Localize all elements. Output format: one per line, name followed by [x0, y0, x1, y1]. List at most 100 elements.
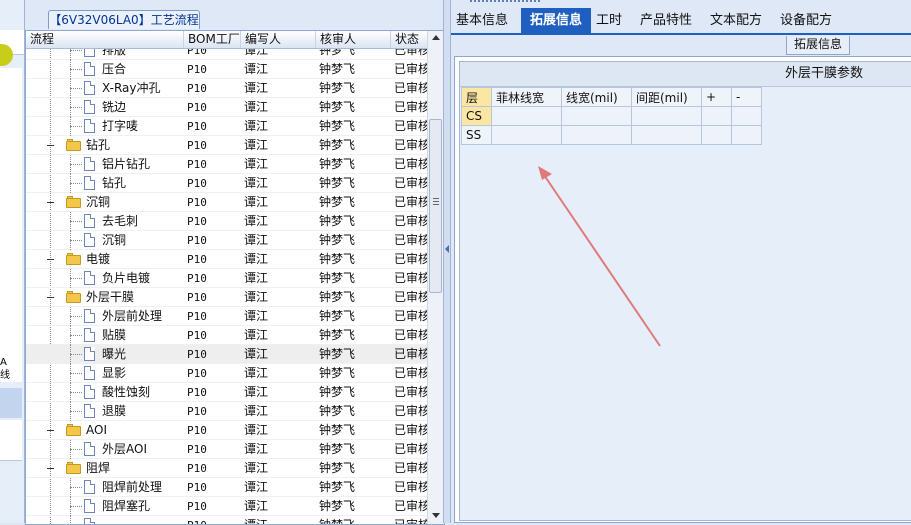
tree-row[interactable]: 沉铜 P10 谭江 钟梦飞 已审核 — [26, 231, 428, 250]
scroll-thumb[interactable] — [429, 119, 442, 293]
tree-node[interactable]: 沉铜 — [26, 231, 184, 250]
param-input-cell[interactable] — [561, 125, 632, 145]
panel-splitter[interactable] — [443, 0, 451, 523]
scroll-up-icon[interactable] — [432, 35, 440, 40]
tree-node[interactable]: 钻孔 — [26, 174, 184, 193]
tree-node[interactable]: 铣边 — [26, 98, 184, 117]
tree-node[interactable]: 压合 — [26, 60, 184, 79]
tree-row[interactable]: 退膜 P10 谭江 钟梦飞 已审核 — [26, 402, 428, 421]
tab-equipment-recipe[interactable]: 设备配方 — [775, 8, 837, 34]
column-header-flow[interactable]: 流程 — [26, 31, 184, 48]
scroll-down-icon[interactable] — [432, 513, 440, 518]
tree-row[interactable]: 阻焊塞孔 P10 谭江 钟梦飞 已审核 — [26, 497, 428, 516]
column-header-status[interactable]: 状态 — [391, 31, 428, 48]
reviewer-cell: 钟梦飞 — [319, 214, 356, 228]
document-icon — [84, 309, 95, 323]
params-column-header[interactable]: + — [701, 87, 732, 107]
tree-folder-row[interactable]: 电镀 P10 谭江 钟梦飞 已审核 — [26, 250, 428, 269]
tab-text-recipe[interactable]: 文本配方 — [705, 8, 767, 34]
param-input-cell[interactable] — [731, 106, 762, 126]
tree-row[interactable]: 压合 P10 谭江 钟梦飞 已审核 — [26, 60, 428, 79]
tree-folder-row[interactable]: AOI P10 谭江 钟梦飞 已审核 — [26, 421, 428, 440]
tree-row[interactable]: 去毛刺 P10 谭江 钟梦飞 已审核 — [26, 212, 428, 231]
param-input-cell[interactable] — [701, 106, 732, 126]
tree-node[interactable]: 阻焊塞孔 — [26, 497, 184, 516]
tree-row[interactable]: 贴膜 P10 谭江 钟梦飞 已审核 — [26, 326, 428, 345]
tree-row[interactable]: 铝片钻孔 P10 谭江 钟梦飞 已审核 — [26, 155, 428, 174]
tree-node[interactable]: 外层前处理 — [26, 307, 184, 326]
params-column-header[interactable]: - — [731, 87, 762, 107]
collapse-icon[interactable] — [47, 465, 54, 472]
tree-node[interactable]: 铝片钻孔 — [26, 155, 184, 174]
tree-node[interactable]: 外层AOI — [26, 440, 184, 459]
tree-folder-row[interactable]: 外层干膜 P10 谭江 钟梦飞 已审核 — [26, 288, 428, 307]
tree-node[interactable]: 阻焊 — [26, 459, 184, 478]
document-icon — [84, 176, 95, 190]
collapse-icon[interactable] — [47, 294, 54, 301]
tree-row[interactable]: 显影 P10 谭江 钟梦飞 已审核 — [26, 364, 428, 383]
collapse-icon[interactable] — [47, 142, 54, 149]
bom-factory-cell: P10 — [187, 348, 207, 361]
tree-folder-row[interactable]: 钻孔 P10 谭江 钟梦飞 已审核 — [26, 136, 428, 155]
tree-node[interactable]: 酸性蚀刻 — [26, 383, 184, 402]
subtab-extended-info[interactable]: 拓展信息 — [786, 36, 850, 55]
params-column-header[interactable]: 菲林线宽 — [491, 87, 562, 107]
tree-node[interactable]: 排版 — [26, 49, 184, 60]
tab-product-features[interactable]: 产品特性 — [635, 8, 697, 34]
tree-folder-row[interactable]: 沉铜 P10 谭江 钟梦飞 已审核 — [26, 193, 428, 212]
tree-row[interactable]: 钻孔 P10 谭江 钟梦飞 已审核 — [26, 174, 428, 193]
tree-node[interactable]: 阻焊前处理 — [26, 478, 184, 497]
tree-node[interactable]: 退膜 — [26, 402, 184, 421]
tree-node[interactable]: 外层干膜 — [26, 288, 184, 307]
params-column-header[interactable]: 线宽(mil) — [561, 87, 632, 107]
tree-body: 排版 P10 谭江 钟梦飞 已审核 压合 P10 谭江 钟梦飞 已审核 X-Ray冲孔 P10 谭江 钟梦… — [26, 49, 428, 524]
tree-row[interactable]: 阻焊前处理 P10 谭江 钟梦飞 已审核 — [26, 478, 428, 497]
tree-folder-row[interactable]: 阻焊 P10 谭江 钟梦飞 已审核 — [26, 459, 428, 478]
tab-work-hours[interactable]: 工时 — [593, 8, 625, 34]
tree-row[interactable]: 排版 P10 谭江 钟梦飞 已审核 — [26, 49, 428, 60]
tree-row[interactable]: 铣边 P10 谭江 钟梦飞 已审核 — [26, 98, 428, 117]
column-header-reviewer[interactable]: 核审人 — [316, 31, 391, 48]
tree-node[interactable]: 电镀 — [26, 250, 184, 269]
tree-row[interactable]: 曝光 P10 谭江 钟梦飞 已审核 — [26, 345, 428, 364]
params-column-header[interactable]: 间距(mil) — [631, 87, 702, 107]
writer-cell: 谭江 — [244, 442, 269, 456]
tree-node[interactable]: X-Ray冲孔 — [26, 79, 184, 98]
tree-row[interactable]: X-Ray冲孔 P10 谭江 钟梦飞 已审核 — [26, 79, 428, 98]
param-input-cell[interactable] — [491, 125, 562, 145]
tree-node[interactable]: 钻孔 — [26, 136, 184, 155]
tree-connector — [70, 221, 82, 222]
collapse-icon[interactable] — [47, 256, 54, 263]
param-input-cell[interactable] — [731, 125, 762, 145]
tree-row[interactable]: 酸性蚀刻 P10 谭江 钟梦飞 已审核 — [26, 383, 428, 402]
writer-cell: 谭江 — [244, 252, 269, 266]
collapse-icon[interactable] — [47, 199, 54, 206]
tree-row[interactable]: 外层前处理 P10 谭江 钟梦飞 已审核 — [26, 307, 428, 326]
tree-row[interactable]: 负片电镀 P10 谭江 钟梦飞 已审核 — [26, 269, 428, 288]
tree-node[interactable]: 负片电镀 — [26, 269, 184, 288]
tree-scrollbar[interactable] — [427, 31, 444, 524]
tab-basic-info[interactable]: 基本信息 — [451, 8, 513, 34]
tree-node[interactable]: 去毛刺 — [26, 212, 184, 231]
param-input-cell[interactable] — [701, 125, 732, 145]
tree-node[interactable]: 曝光 — [26, 345, 184, 364]
top-grip-handle[interactable] — [470, 0, 540, 7]
param-input-cell[interactable] — [631, 106, 702, 126]
tree-node[interactable]: 显影 — [26, 364, 184, 383]
tree-node[interactable]: AOI — [26, 421, 184, 440]
param-input-cell[interactable] — [631, 125, 702, 145]
collapse-icon[interactable] — [47, 427, 54, 434]
param-input-cell[interactable] — [491, 106, 562, 126]
column-header-bom-factory[interactable]: BOM工厂 — [184, 31, 241, 48]
column-header-writer[interactable]: 编写人 — [241, 31, 316, 48]
tree-node[interactable]: 沉铜 — [26, 193, 184, 212]
process-title-tab[interactable]: 【6V32V06LA0】工艺流程 — [48, 10, 200, 29]
tree-node[interactable]: 贴膜 — [26, 326, 184, 345]
tab-extended-info[interactable]: 拓展信息 — [521, 8, 591, 34]
params-column-header[interactable]: 层 — [461, 87, 492, 107]
tree-row[interactable]: 外层AOI P10 谭江 钟梦飞 已审核 — [26, 440, 428, 459]
tree-node[interactable]: 打字唛 — [26, 117, 184, 136]
tree-row[interactable]: 打字唛 P10 谭江 钟梦飞 已审核 — [26, 117, 428, 136]
collapse-left-icon[interactable] — [445, 245, 449, 253]
param-input-cell[interactable] — [561, 106, 632, 126]
